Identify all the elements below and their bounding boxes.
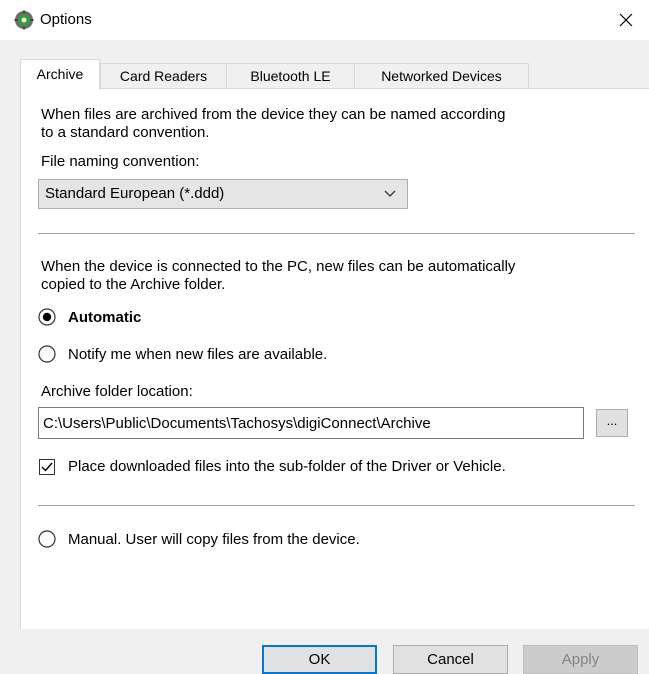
apply-button[interactable]: Apply [523, 645, 638, 674]
cancel-button[interactable]: Cancel [393, 645, 508, 674]
naming-convention-label: File naming convention: [41, 153, 200, 170]
chevron-down-icon [384, 190, 396, 197]
browse-button[interactable]: ... [596, 409, 628, 437]
archive-folder-label: Archive folder location: [41, 383, 193, 400]
close-button[interactable] [603, 0, 649, 40]
window-title: Options [40, 11, 92, 28]
tab-card-readers[interactable]: Card Readers [100, 63, 227, 89]
archive-folder-value: C:\Users\Public\Documents\Tachosys\digiC… [43, 415, 431, 432]
naming-convention-value: Standard European (*.ddd) [45, 185, 225, 202]
close-icon [619, 13, 633, 27]
options-dialog: Options Archive Card Readers Bluetooth L… [0, 0, 649, 674]
radio-notify[interactable] [38, 345, 56, 363]
naming-intro-line2: to a standard convention. [41, 124, 210, 141]
tab-archive[interactable]: Archive [20, 59, 100, 90]
tab-networked-devices[interactable]: Networked Devices [354, 63, 529, 89]
naming-convention-dropdown[interactable]: Standard European (*.ddd) [38, 179, 408, 209]
digiconnect-app-icon [14, 10, 34, 30]
tab-bluetooth-le[interactable]: Bluetooth LE [226, 63, 355, 89]
auto-copy-text-line2: copied to the Archive folder. [41, 276, 226, 293]
archive-folder-input[interactable]: C:\Users\Public\Documents\Tachosys\digiC… [38, 407, 584, 439]
radio-automatic-label: Automatic [68, 309, 142, 326]
archive-panel: When files are archived from the device … [20, 88, 649, 629]
radio-manual-label: Manual. User will copy files from the de… [68, 531, 360, 548]
subfolder-checkbox-label: Place downloaded files into the sub-fold… [68, 458, 506, 475]
auto-copy-text-line1: When the device is connected to the PC, … [41, 258, 516, 275]
checkmark-icon [41, 462, 53, 472]
radio-automatic[interactable] [38, 308, 56, 326]
divider [38, 505, 635, 506]
radio-manual[interactable] [38, 530, 56, 548]
divider [38, 233, 635, 234]
title-bar: Options [0, 0, 649, 40]
naming-intro-line1: When files are archived from the device … [41, 106, 506, 123]
ok-button[interactable]: OK [262, 645, 377, 674]
subfolder-checkbox[interactable] [39, 459, 55, 475]
radio-notify-label: Notify me when new files are available. [68, 346, 328, 363]
